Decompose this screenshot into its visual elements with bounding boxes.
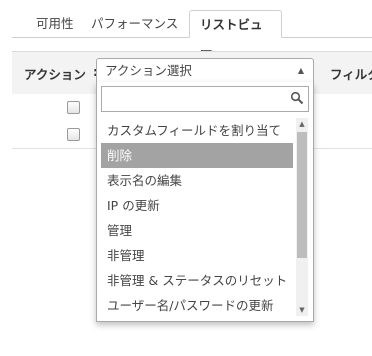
dropdown-option[interactable]: 管理 [101,218,293,243]
scroll-up-icon[interactable]: ▲ [296,118,308,130]
scrollbar-thumb[interactable] [297,132,307,258]
tab-list-view[interactable]: リストビュー [189,10,282,59]
filter-label: フィルタ [330,67,372,82]
tab-bar: 可用性 パフォーマンス リストビュー [0,0,372,59]
dropdown-option[interactable]: ユーザー名/パスワードの更新 [101,293,293,318]
action-select-value: アクション選択 [105,63,192,78]
dropdown-scrollbar[interactable]: ▲ ▼ [296,118,308,316]
row-checkbox[interactable] [67,128,80,141]
row-checkbox[interactable] [67,101,80,114]
dropdown-option[interactable]: 表示名の編集 [101,168,293,193]
search-icon[interactable] [290,91,304,105]
action-label: アクション [24,67,86,82]
dropdown-search [101,86,309,112]
tab-performance[interactable]: パフォーマンス [91,10,178,37]
dropdown-option[interactable]: 非管理 & ステータスのリセット [101,268,293,293]
tab-availability[interactable]: 可用性 [36,10,74,37]
dropdown-search-input[interactable] [106,88,290,112]
dropdown-option[interactable]: IP の更新 [101,193,293,218]
action-dropdown: カスタムフィールドを割り当て 削除 表示名の編集 IP の更新 管理 非管理 非管理 & ス… [96,82,314,322]
action-select[interactable]: アクション選択 ▲ [96,58,314,84]
scroll-down-icon[interactable]: ▼ [296,304,308,316]
dropdown-option[interactable]: 削除 [101,143,293,168]
dropdown-option[interactable]: 非管理 [101,243,293,268]
dropdown-option[interactable]: カスタムフィールドを割り当て [101,118,293,143]
triangle-up-icon: ▲ [297,66,304,75]
dropdown-options: カスタムフィールドを割り当て 削除 表示名の編集 IP の更新 管理 非管理 非管理 & ス… [101,118,293,318]
